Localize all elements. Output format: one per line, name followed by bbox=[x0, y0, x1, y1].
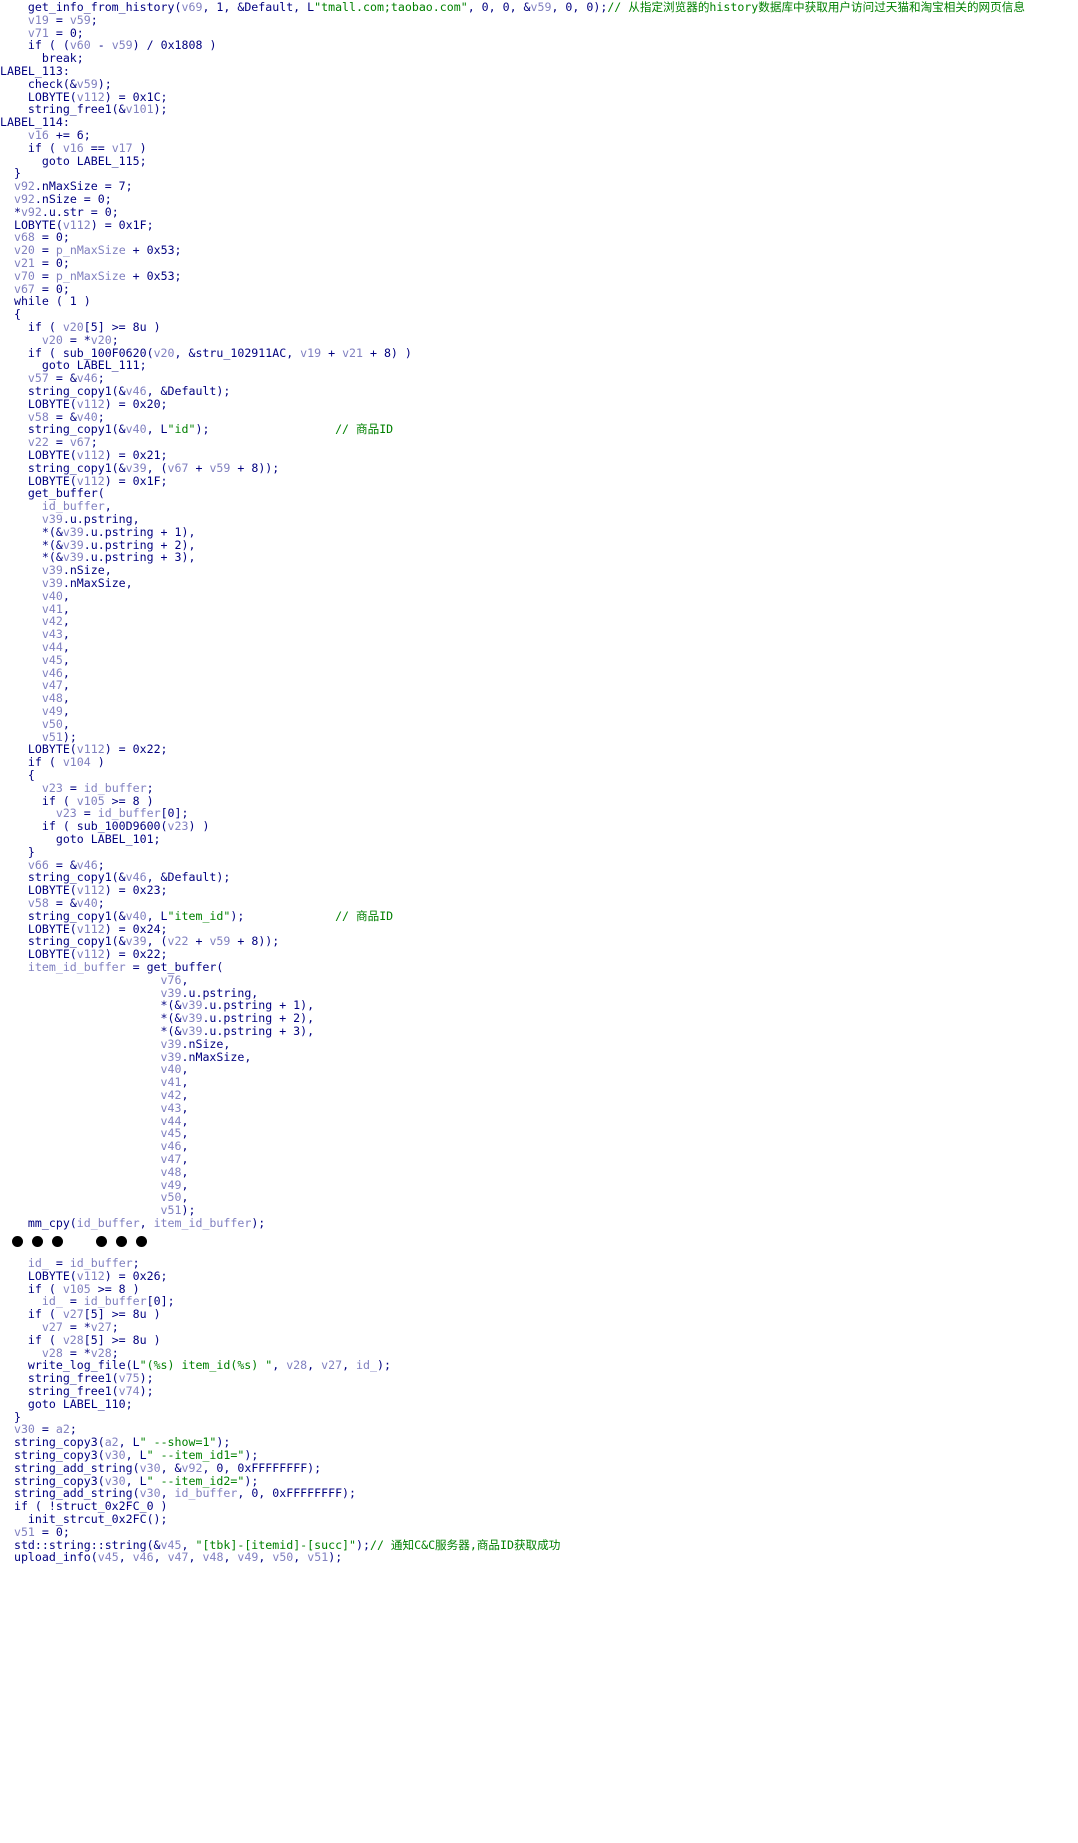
code-text: + bbox=[188, 460, 210, 475]
code-text: ); bbox=[377, 1358, 391, 1373]
code-text: ); bbox=[356, 1537, 370, 1552]
code-variable: v40 bbox=[125, 422, 147, 437]
code-variable: v19 bbox=[300, 345, 322, 360]
code-text: ) = 0x1F; bbox=[104, 473, 168, 488]
code-variable: v22 bbox=[167, 934, 189, 949]
code-text: ); bbox=[251, 1216, 266, 1230]
code-text: , bbox=[139, 1216, 154, 1230]
code-variable: v104 bbox=[62, 755, 91, 770]
code-text: , bbox=[272, 1358, 287, 1373]
code-text: + bbox=[188, 934, 210, 949]
code-text: , bbox=[153, 1550, 168, 1565]
code-variable: v67 bbox=[167, 460, 189, 475]
code-variable: v101 bbox=[125, 102, 154, 117]
code-text: + bbox=[321, 345, 343, 360]
code-text: ) ) bbox=[188, 819, 210, 834]
ellipsis-dot-icon bbox=[52, 1236, 63, 1247]
code-variable: item_id_buffer bbox=[153, 1216, 252, 1230]
code-string: "id" bbox=[167, 422, 196, 437]
code-variable: v46 bbox=[132, 1550, 154, 1565]
code-text: , bbox=[258, 1550, 273, 1565]
code-text: + 8)); bbox=[230, 460, 280, 475]
code-text: ); bbox=[139, 1384, 154, 1398]
ellipsis-dot-icon bbox=[12, 1236, 23, 1247]
code-variable: v45 bbox=[97, 1550, 119, 1565]
code-text: , &stru_102911AC, bbox=[174, 345, 301, 360]
code-comment: // 商品ID bbox=[335, 908, 394, 923]
code-variable: v47 bbox=[167, 1550, 189, 1565]
code-string: "tmall.com;taobao.com" bbox=[314, 0, 468, 14]
omitted-code-ellipsis bbox=[0, 1236, 300, 1252]
code-text: ; bbox=[90, 12, 98, 27]
code-comment: // 商品ID bbox=[335, 422, 394, 437]
code-variable: v48 bbox=[202, 1550, 224, 1565]
code-variable: id_buffer bbox=[174, 1486, 238, 1501]
code-text: , 0, 0); bbox=[551, 0, 608, 14]
code-text: , bbox=[188, 1550, 203, 1565]
code-text: ) bbox=[90, 755, 105, 770]
code-variable: v69 bbox=[181, 0, 203, 14]
code-line: goto LABEL_115; bbox=[0, 154, 147, 169]
code-comment: // 通知C&C服务器,商品ID获取成功 bbox=[369, 1537, 561, 1552]
code-variable: v59 bbox=[111, 38, 133, 53]
code-variable: v20 bbox=[153, 345, 175, 360]
code-variable: v59 bbox=[209, 460, 231, 475]
code-text: + 8)); bbox=[230, 934, 280, 949]
code-comment: // 从指定浏览器的history数据库中获取用户访问过天猫和淘宝相关的网页信息 bbox=[607, 0, 1025, 14]
ellipsis-dot-icon bbox=[32, 1236, 43, 1247]
code-text: , L bbox=[146, 422, 168, 437]
code-text: ); bbox=[195, 422, 336, 437]
code-text: ) / 0x1808 ) bbox=[132, 38, 217, 53]
code-text: .nMaxSize, bbox=[181, 1049, 252, 1064]
code-text: ); bbox=[328, 1550, 343, 1565]
code-variable: id_buffer bbox=[76, 1216, 140, 1230]
code-variable: v49 bbox=[237, 1550, 259, 1565]
code-line: mm_cpy(id_buffer, item_id_buffer); bbox=[0, 1216, 265, 1231]
code-text: , 1, &Default, L bbox=[202, 0, 315, 14]
code-text: , 0, 0, & bbox=[467, 0, 531, 14]
ellipsis-dot-icon bbox=[96, 1236, 107, 1247]
code-text: + 8) ) bbox=[363, 345, 412, 360]
code-text: goto LABEL_115; bbox=[0, 153, 147, 168]
code-text: ); bbox=[153, 102, 168, 117]
code-text: , bbox=[223, 1550, 238, 1565]
code-text: .nMaxSize, bbox=[62, 576, 133, 590]
code-text: + 0x53; bbox=[125, 243, 182, 258]
code-text: mm_cpy( bbox=[0, 1216, 77, 1230]
code-variable: v27 bbox=[321, 1358, 343, 1373]
code-variable: v50 bbox=[272, 1550, 294, 1565]
code-variable: v51 bbox=[307, 1550, 329, 1565]
code-variable: v23 bbox=[167, 819, 189, 834]
code-line: get_info_from_history(v69, 1, &Default, … bbox=[0, 0, 1025, 15]
code-variable: v59 bbox=[209, 934, 231, 949]
code-variable: id_ bbox=[356, 1358, 377, 1373]
code-text: ); bbox=[230, 908, 336, 923]
decompiled-code-view: get_info_from_history(v69, 1, &Default, … bbox=[0, 0, 1078, 1843]
code-text: - bbox=[90, 38, 112, 53]
code-variable: v59 bbox=[530, 0, 552, 14]
code-line: upload_info(v45, v46, v47, v48, v49, v50… bbox=[0, 1550, 342, 1565]
code-text: , bbox=[293, 1550, 308, 1565]
ellipsis-dot-icon bbox=[136, 1236, 147, 1247]
code-variable: v21 bbox=[342, 345, 364, 360]
code-text: , bbox=[342, 1358, 357, 1373]
code-variable: v28 bbox=[286, 1358, 308, 1373]
code-text: + 0x53; bbox=[125, 268, 182, 283]
code-text: , 0, 0xFFFFFFFF); bbox=[237, 1486, 357, 1501]
code-text: ) = 0x22; bbox=[104, 742, 168, 757]
code-text: upload_info( bbox=[0, 1550, 98, 1565]
code-text: ) = 0x20; bbox=[104, 396, 168, 411]
code-string: "item_id" bbox=[167, 908, 231, 923]
code-string: "(%s) item_id(%s) " bbox=[139, 1358, 273, 1373]
code-text: , bbox=[118, 1550, 133, 1565]
ellipsis-dot-icon bbox=[116, 1236, 127, 1247]
code-text: ) = 0x1F; bbox=[90, 217, 154, 232]
code-text: ) = 0x23; bbox=[104, 883, 168, 898]
code-text: , bbox=[307, 1358, 322, 1373]
